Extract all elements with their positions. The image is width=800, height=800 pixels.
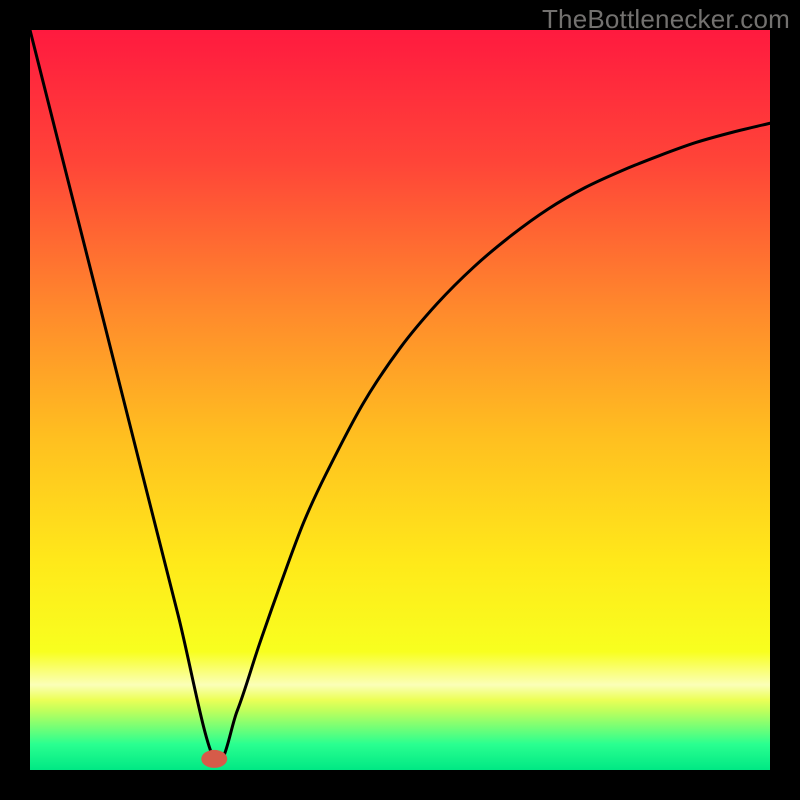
chart-frame — [770, 0, 800, 800]
optimum-marker — [201, 750, 227, 768]
chart-svg — [0, 0, 800, 800]
chart-frame — [0, 770, 800, 800]
chart-frame — [0, 0, 30, 800]
plot-background — [30, 30, 770, 770]
attribution-label: TheBottlenecker.com — [542, 4, 790, 35]
chart-container: TheBottlenecker.com — [0, 0, 800, 800]
